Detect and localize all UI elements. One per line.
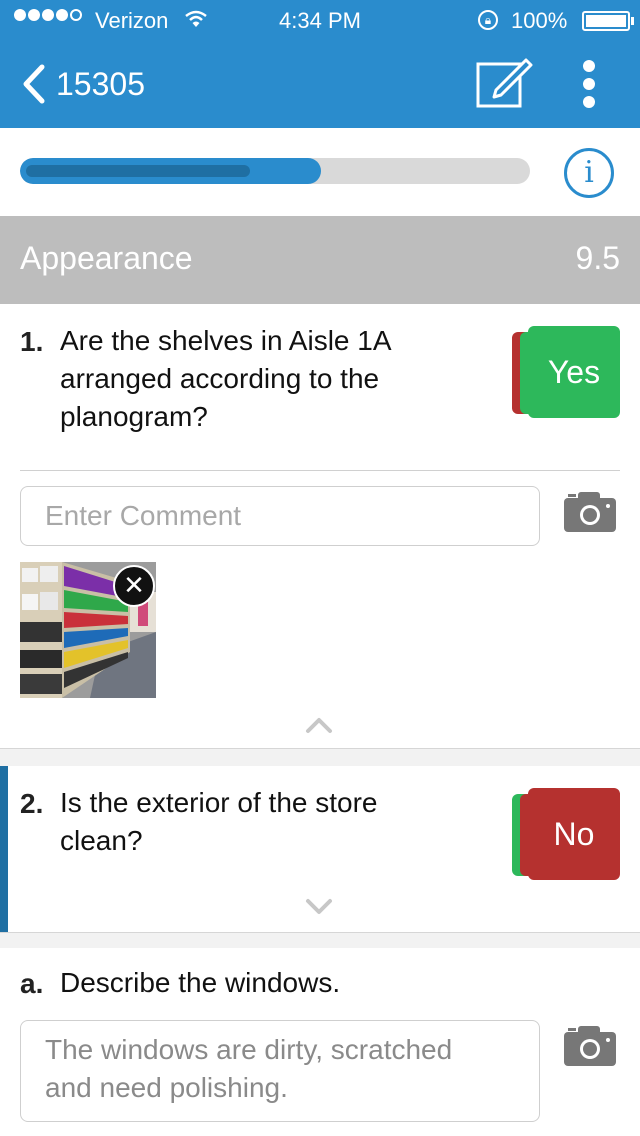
orientation-lock-icon: 🔒︎: [478, 10, 498, 30]
comment-input[interactable]: Enter Comment: [20, 486, 540, 546]
remove-photo-icon[interactable]: ✕: [113, 565, 155, 607]
chevron-left-icon[interactable]: [20, 64, 48, 104]
nav-bar: 15305: [0, 40, 640, 128]
chevron-up-icon[interactable]: [305, 716, 333, 734]
question-text-line: clean?: [60, 825, 143, 856]
question-text-line: Is the exterior of the store: [60, 787, 378, 818]
comment-text-line: and need polishing.: [45, 1072, 288, 1103]
question-text-line: arranged according to the: [60, 363, 380, 394]
app-header: Verizon 4:34 PM 🔒︎ 100% 15305: [0, 0, 640, 128]
answer-yes-button[interactable]: Yes: [512, 326, 624, 420]
battery-icon: [582, 11, 630, 31]
answer-no-button[interactable]: No: [512, 788, 624, 882]
subquestion-text: Describe the windows.: [60, 967, 341, 998]
section-title: Appearance: [20, 240, 193, 276]
progress-row: i: [0, 128, 640, 216]
section-gap: [0, 932, 640, 948]
section-gap: [0, 748, 640, 766]
more-vertical-icon[interactable]: [574, 58, 604, 110]
comment-input[interactable]: The windows are dirty, scratched and nee…: [20, 1020, 540, 1122]
section-score: 9.5: [575, 240, 620, 276]
info-icon[interactable]: i: [564, 148, 614, 198]
edit-icon[interactable]: [474, 56, 534, 108]
camera-icon[interactable]: [564, 1026, 616, 1066]
battery-percent: 100%: [511, 8, 568, 33]
answer-label: Yes: [528, 326, 620, 418]
battery-tip: [631, 17, 634, 25]
comment-placeholder: Enter Comment: [45, 500, 242, 531]
divider: [20, 470, 620, 471]
question-text: Is the exterior of the store clean?: [60, 784, 378, 860]
section-header: Appearance 9.5: [0, 216, 640, 304]
status-bar: Verizon 4:34 PM 🔒︎ 100%: [0, 0, 640, 40]
progress-fill: [20, 158, 321, 184]
camera-icon[interactable]: [564, 492, 616, 532]
page-title[interactable]: 15305: [56, 66, 145, 103]
question-text: Are the shelves in Aisle 1A arranged acc…: [60, 322, 392, 436]
answer-label: No: [528, 788, 620, 880]
question-number: 1.: [20, 326, 44, 357]
comment-text-line: The windows are dirty, scratched: [45, 1034, 453, 1065]
question-text-line: planogram?: [60, 401, 208, 432]
question-number: 2.: [20, 788, 44, 819]
progress-bar: [20, 158, 530, 184]
chevron-down-icon[interactable]: [305, 898, 333, 916]
question-text-line: Are the shelves in Aisle 1A: [60, 325, 392, 356]
progress-inner: [26, 165, 250, 177]
subquestion-label: a.: [20, 968, 44, 999]
